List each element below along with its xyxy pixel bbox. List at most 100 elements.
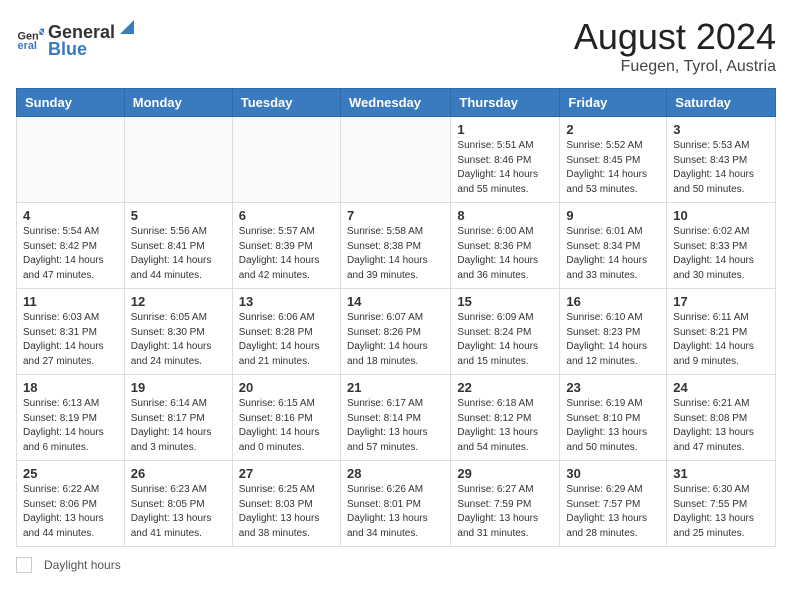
week-row-3: 11 Sunrise: 6:03 AM Sunset: 8:31 PM Dayli… xyxy=(17,289,776,375)
day-info: Sunrise: 5:52 AM Sunset: 8:45 PM Dayligh… xyxy=(566,139,660,197)
day-info: Sunrise: 6:22 AM Sunset: 8:06 PM Dayligh… xyxy=(23,483,118,541)
day-number: 9 xyxy=(566,208,660,223)
week-row-4: 18 Sunrise: 6:13 AM Sunset: 8:19 PM Dayli… xyxy=(17,375,776,461)
calendar-cell: 7Sunrise: 5:58 AM Sunset: 8:38 PM Daylig… xyxy=(340,203,450,289)
logo-text: General Blue xyxy=(48,16,139,60)
day-number: 25 xyxy=(23,466,118,481)
day-number: 28 xyxy=(347,466,444,481)
day-number: 2 xyxy=(566,122,660,137)
days-header-row: Sunday Monday Tuesday Wednesday Thursday… xyxy=(17,89,776,117)
calendar-cell: 23Sunrise: 6:19 AM Sunset: 8:10 PM Dayli… xyxy=(560,375,667,461)
calendar-cell: 19 Sunrise: 6:14 AM Sunset: 8:17 PM Dayli… xyxy=(124,375,232,461)
day-number: 20 xyxy=(239,380,334,395)
calendar-cell: 28 Sunrise: 6:26 AM Sunset: 8:01 PM Dayli… xyxy=(340,461,450,547)
day-info: Sunrise: 6:26 AM Sunset: 8:01 PM Dayligh… xyxy=(347,483,444,541)
calendar-cell xyxy=(17,117,125,203)
day-number: 14 xyxy=(347,294,444,309)
week-row-2: 4 Sunrise: 5:54 AM Sunset: 8:42 PM Daylig… xyxy=(17,203,776,289)
calendar-cell: 13Sunrise: 6:06 AM Sunset: 8:28 PM Dayli… xyxy=(232,289,340,375)
day-info: Sunrise: 6:07 AM Sunset: 8:26 PM Dayligh… xyxy=(347,311,444,369)
calendar-cell: 12 Sunrise: 6:05 AM Sunset: 8:30 PM Dayli… xyxy=(124,289,232,375)
day-info: Sunrise: 6:13 AM Sunset: 8:19 PM Dayligh… xyxy=(23,397,118,455)
day-number: 11 xyxy=(23,294,118,309)
calendar-cell: 3 Sunrise: 5:53 AM Sunset: 8:43 PM Daylig… xyxy=(667,117,776,203)
calendar-cell: 2 Sunrise: 5:52 AM Sunset: 8:45 PM Daylig… xyxy=(560,117,667,203)
day-number: 23 xyxy=(566,380,660,395)
calendar-cell: 15 Sunrise: 6:09 AM Sunset: 8:24 PM Dayli… xyxy=(451,289,560,375)
calendar-cell: 31 Sunrise: 6:30 AM Sunset: 7:55 PM Dayli… xyxy=(667,461,776,547)
day-info: Sunrise: 6:21 AM Sunset: 8:08 PM Dayligh… xyxy=(673,397,769,455)
day-number: 5 xyxy=(131,208,226,223)
day-info: Sunrise: 6:03 AM Sunset: 8:31 PM Dayligh… xyxy=(23,311,118,369)
legend-label: Daylight hours xyxy=(44,558,121,572)
day-info: Sunrise: 6:27 AM Sunset: 7:59 PM Dayligh… xyxy=(457,483,553,541)
day-number: 17 xyxy=(673,294,769,309)
calendar-cell xyxy=(232,117,340,203)
day-info: Sunrise: 5:53 AM Sunset: 8:43 PM Dayligh… xyxy=(673,139,769,197)
calendar-cell: 10 Sunrise: 6:02 AM Sunset: 8:33 PM Dayli… xyxy=(667,203,776,289)
svg-text:eral: eral xyxy=(18,40,37,52)
calendar-cell: 20Sunrise: 6:15 AM Sunset: 8:16 PM Dayli… xyxy=(232,375,340,461)
calendar-cell: 16Sunrise: 6:10 AM Sunset: 8:23 PM Dayli… xyxy=(560,289,667,375)
day-info: Sunrise: 6:05 AM Sunset: 8:30 PM Dayligh… xyxy=(131,311,226,369)
calendar-cell xyxy=(124,117,232,203)
calendar-cell: 5 Sunrise: 5:56 AM Sunset: 8:41 PM Daylig… xyxy=(124,203,232,289)
day-info: Sunrise: 6:11 AM Sunset: 8:21 PM Dayligh… xyxy=(673,311,769,369)
day-number: 19 xyxy=(131,380,226,395)
calendar-cell: 18 Sunrise: 6:13 AM Sunset: 8:19 PM Dayli… xyxy=(17,375,125,461)
day-number: 22 xyxy=(457,380,553,395)
day-number: 13 xyxy=(239,294,334,309)
day-info: Sunrise: 6:30 AM Sunset: 7:55 PM Dayligh… xyxy=(673,483,769,541)
header-monday: Monday xyxy=(124,89,232,117)
day-info: Sunrise: 6:14 AM Sunset: 8:17 PM Dayligh… xyxy=(131,397,226,455)
day-number: 18 xyxy=(23,380,118,395)
calendar-cell: 1Sunrise: 5:51 AM Sunset: 8:46 PM Daylig… xyxy=(451,117,560,203)
legend-box xyxy=(16,557,32,573)
calendar-cell: 29Sunrise: 6:27 AM Sunset: 7:59 PM Dayli… xyxy=(451,461,560,547)
header-tuesday: Tuesday xyxy=(232,89,340,117)
title-block: August 2024 Fuegen, Tyrol, Austria xyxy=(574,16,776,76)
day-info: Sunrise: 6:23 AM Sunset: 8:05 PM Dayligh… xyxy=(131,483,226,541)
day-number: 3 xyxy=(673,122,769,137)
day-number: 24 xyxy=(673,380,769,395)
logo-triangle-icon xyxy=(116,16,138,38)
day-number: 4 xyxy=(23,208,118,223)
day-number: 31 xyxy=(673,466,769,481)
day-number: 26 xyxy=(131,466,226,481)
day-number: 12 xyxy=(131,294,226,309)
day-info: Sunrise: 6:00 AM Sunset: 8:36 PM Dayligh… xyxy=(457,225,553,283)
day-number: 15 xyxy=(457,294,553,309)
day-info: Sunrise: 6:25 AM Sunset: 8:03 PM Dayligh… xyxy=(239,483,334,541)
calendar-cell: 25 Sunrise: 6:22 AM Sunset: 8:06 PM Dayli… xyxy=(17,461,125,547)
header-saturday: Saturday xyxy=(667,89,776,117)
calendar-cell: 4 Sunrise: 5:54 AM Sunset: 8:42 PM Daylig… xyxy=(17,203,125,289)
calendar-table: Sunday Monday Tuesday Wednesday Thursday… xyxy=(16,88,776,547)
week-row-5: 25 Sunrise: 6:22 AM Sunset: 8:06 PM Dayli… xyxy=(17,461,776,547)
calendar-cell: 6Sunrise: 5:57 AM Sunset: 8:39 PM Daylig… xyxy=(232,203,340,289)
day-number: 8 xyxy=(457,208,553,223)
day-info: Sunrise: 6:09 AM Sunset: 8:24 PM Dayligh… xyxy=(457,311,553,369)
day-info: Sunrise: 5:58 AM Sunset: 8:38 PM Dayligh… xyxy=(347,225,444,283)
calendar-cell: 9Sunrise: 6:01 AM Sunset: 8:34 PM Daylig… xyxy=(560,203,667,289)
calendar-cell: 14 Sunrise: 6:07 AM Sunset: 8:26 PM Dayli… xyxy=(340,289,450,375)
calendar-cell xyxy=(340,117,450,203)
day-number: 30 xyxy=(566,466,660,481)
day-number: 10 xyxy=(673,208,769,223)
day-info: Sunrise: 6:17 AM Sunset: 8:14 PM Dayligh… xyxy=(347,397,444,455)
calendar-cell: 22Sunrise: 6:18 AM Sunset: 8:12 PM Dayli… xyxy=(451,375,560,461)
page-header: Gen eral General Blue August 2024 Fuegen… xyxy=(16,16,776,76)
calendar-subtitle: Fuegen, Tyrol, Austria xyxy=(574,58,776,76)
header-wednesday: Wednesday xyxy=(340,89,450,117)
day-number: 16 xyxy=(566,294,660,309)
day-number: 27 xyxy=(239,466,334,481)
day-info: Sunrise: 6:29 AM Sunset: 7:57 PM Dayligh… xyxy=(566,483,660,541)
calendar-cell: 30 Sunrise: 6:29 AM Sunset: 7:57 PM Dayli… xyxy=(560,461,667,547)
header-thursday: Thursday xyxy=(451,89,560,117)
logo: Gen eral General Blue xyxy=(16,16,139,60)
day-info: Sunrise: 5:56 AM Sunset: 8:41 PM Dayligh… xyxy=(131,225,226,283)
calendar-cell: 17 Sunrise: 6:11 AM Sunset: 8:21 PM Dayli… xyxy=(667,289,776,375)
day-info: Sunrise: 5:54 AM Sunset: 8:42 PM Dayligh… xyxy=(23,225,118,283)
calendar-title: August 2024 xyxy=(574,16,776,58)
header-sunday: Sunday xyxy=(17,89,125,117)
day-info: Sunrise: 6:02 AM Sunset: 8:33 PM Dayligh… xyxy=(673,225,769,283)
